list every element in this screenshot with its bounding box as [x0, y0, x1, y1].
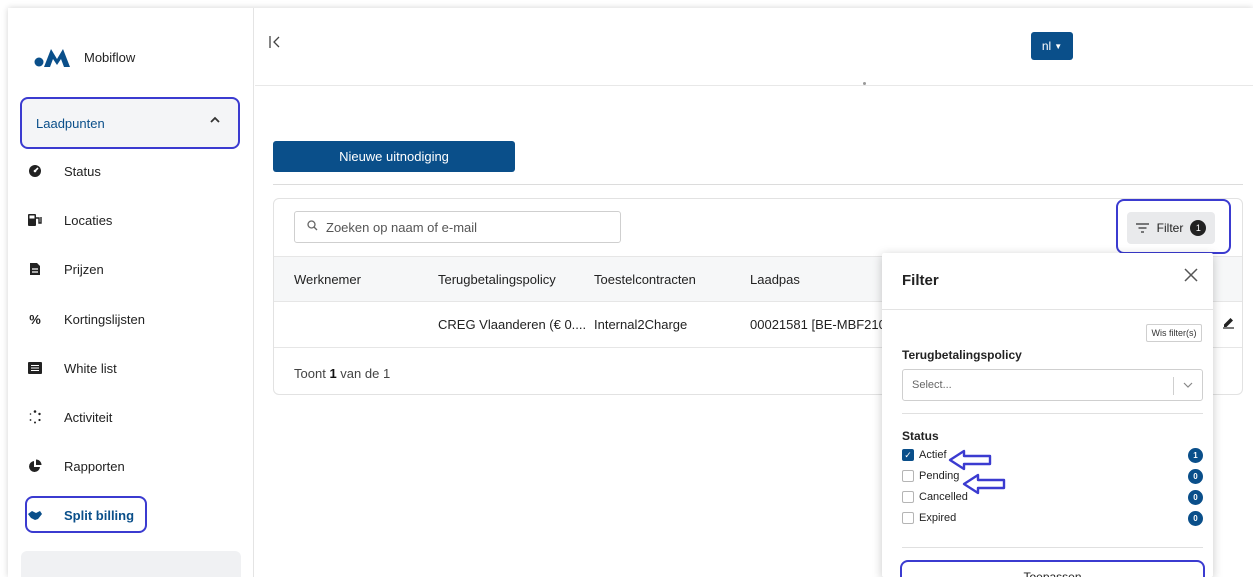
result-count-number: 1	[329, 366, 337, 381]
filter-panel-title: Filter	[902, 272, 939, 289]
status-section-title: Status	[902, 429, 939, 443]
annotation-arrow-icon	[948, 449, 992, 471]
highlight-apply-button	[900, 560, 1205, 577]
cell-contracts: Internal2Charge	[594, 317, 688, 332]
sidebar-item-activiteit[interactable]: Activiteit	[24, 402, 240, 432]
checkbox[interactable]	[902, 470, 914, 482]
status-option-label: Expired	[919, 512, 957, 524]
annotation-arrow-icon	[962, 473, 1006, 495]
charging-station-icon	[26, 211, 44, 229]
status-count-badge: 0	[1188, 511, 1203, 526]
new-invite-button[interactable]: Nieuwe uitnodiging	[273, 141, 515, 172]
sidebar-item-label: Locaties	[64, 212, 113, 228]
divider	[273, 184, 1243, 185]
sidebar-group-laadpunten[interactable]: Laadpunten	[20, 97, 240, 149]
status-option-label: Pending	[919, 470, 960, 482]
result-count-prefix: Toont	[294, 366, 326, 381]
sidebar-item-label: Rapporten	[64, 458, 125, 474]
list-icon	[26, 359, 44, 377]
filter-label: Filter	[1156, 221, 1184, 235]
sidebar-item-kortingslijsten[interactable]: % Kortingslijsten	[24, 304, 240, 334]
sidebar-item-label: Prijzen	[64, 261, 104, 277]
close-icon[interactable]	[1183, 266, 1199, 289]
status-count-badge: 0	[1188, 469, 1203, 484]
sidebar-item-status[interactable]: Status	[24, 156, 240, 186]
search-input[interactable]	[326, 219, 606, 235]
sidebar-item-label: White list	[64, 360, 117, 376]
breadcrumb-dot	[863, 82, 866, 85]
spinner-icon	[26, 408, 44, 426]
search-icon	[307, 220, 318, 234]
status-option-expired[interactable]: Expired 0	[902, 509, 1203, 527]
brand[interactable]: Mobiflow	[34, 46, 135, 68]
brand-name: Mobiflow	[84, 49, 136, 65]
checkbox[interactable]	[902, 491, 914, 503]
percent-icon: %	[29, 311, 41, 327]
filter-button[interactable]: Filter 1	[1127, 212, 1215, 244]
search-box[interactable]	[294, 211, 621, 243]
status-count-badge: 0	[1188, 490, 1203, 505]
sidebar-item-prijzen[interactable]: Prijzen	[24, 254, 240, 284]
result-count: Toont 1 van de 1	[294, 366, 390, 381]
document-icon	[26, 260, 44, 278]
policy-select[interactable]: Select...	[902, 369, 1203, 401]
divider	[902, 413, 1203, 414]
cell-laadpas: 00021581 [BE-MBF210	[750, 317, 886, 332]
app-window: Mobiflow Laadpunten Status Locaties Prij…	[8, 8, 1253, 577]
select-separator	[1173, 377, 1174, 395]
divider	[902, 547, 1203, 548]
column-header[interactable]: Laadpas	[750, 272, 800, 287]
collapse-sidebar-icon[interactable]	[269, 34, 281, 55]
chevron-up-icon	[208, 113, 222, 130]
column-header[interactable]: Werknemer	[294, 272, 361, 287]
highlight-split-billing	[25, 496, 147, 533]
sidebar-group-label: Laadpunten	[36, 116, 105, 131]
edit-icon[interactable]	[1222, 316, 1235, 332]
policy-section-title: Terugbetalingspolicy	[902, 348, 1022, 362]
policy-select-placeholder: Select...	[912, 379, 952, 391]
filter-panel-header: Filter	[882, 253, 1213, 310]
clear-filters-button[interactable]: Wis filter(s)	[1146, 324, 1202, 342]
sidebar-footer	[21, 551, 241, 577]
caret-down-icon: ▼	[1054, 41, 1063, 51]
status-count-badge: 1	[1188, 448, 1203, 463]
checkbox-checked[interactable]: ✓	[902, 449, 914, 461]
chevron-down-icon	[1183, 376, 1193, 397]
cell-policy: CREG Vlaanderen (€ 0....	[438, 317, 587, 332]
column-header[interactable]: Toestelcontracten	[594, 272, 696, 287]
sidebar: Mobiflow Laadpunten Status Locaties Prij…	[8, 8, 254, 577]
filter-count-badge: 1	[1190, 220, 1207, 236]
checkbox[interactable]	[902, 512, 914, 524]
column-header[interactable]: Terugbetalingspolicy	[438, 272, 556, 287]
sidebar-item-label: Kortingslijsten	[64, 311, 145, 327]
language-label: nl	[1041, 39, 1052, 53]
filter-lines-icon	[1135, 221, 1149, 236]
pie-chart-icon	[26, 457, 44, 475]
gauge-icon	[26, 162, 44, 180]
status-option-cancelled[interactable]: Cancelled 0	[902, 488, 1203, 506]
language-dropdown[interactable]: nl ▼	[1031, 32, 1073, 60]
sidebar-item-locaties[interactable]: Locaties	[24, 205, 240, 235]
topbar: nl ▼	[255, 8, 1253, 86]
filter-panel: Filter Wis filter(s) Terugbetalingspolic…	[882, 253, 1213, 577]
sidebar-item-label: Activiteit	[64, 409, 113, 425]
sidebar-item-white-list[interactable]: White list	[24, 353, 240, 383]
status-option-label: Actief	[919, 449, 947, 461]
sidebar-item-label: Status	[64, 163, 101, 179]
mobiflow-logo	[34, 49, 70, 67]
status-option-label: Cancelled	[919, 491, 968, 503]
sidebar-item-rapporten[interactable]: Rapporten	[24, 451, 240, 481]
result-count-suffix: van de 1	[340, 366, 391, 381]
